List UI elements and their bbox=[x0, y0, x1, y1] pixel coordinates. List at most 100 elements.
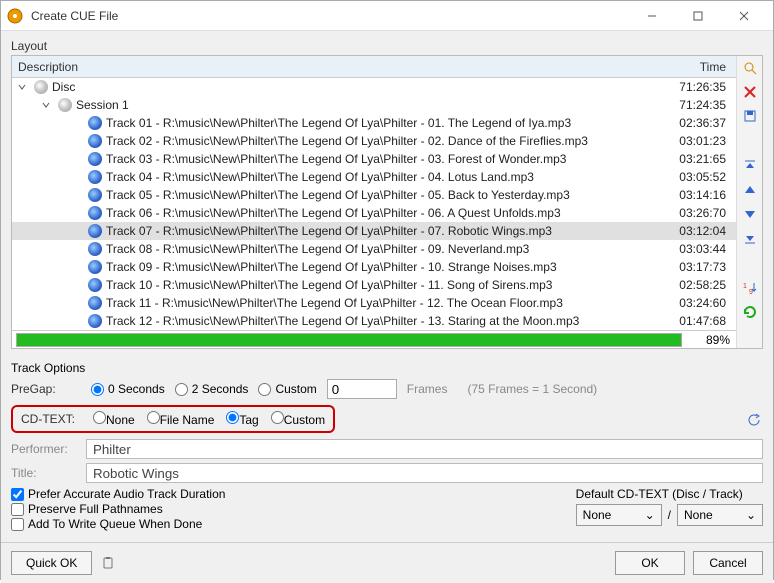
layout-panel: Description Time Disc 71:26:35 Session 171… bbox=[11, 55, 763, 349]
tree-row[interactable]: Track 02 - R:\music\New\Philter\The Lege… bbox=[12, 132, 736, 150]
ok-button[interactable]: OK bbox=[615, 551, 685, 575]
row-time: 03:26:70 bbox=[666, 206, 736, 220]
row-time: 03:03:44 bbox=[666, 242, 736, 256]
pregap-2s[interactable]: 2 Seconds bbox=[175, 382, 249, 396]
row-label: Track 04 - R:\music\New\Philter\The Lege… bbox=[106, 170, 534, 184]
cdtext-reload-icon[interactable] bbox=[745, 411, 763, 429]
options-checks: Prefer Accurate Audio Track Duration Pre… bbox=[11, 487, 225, 532]
cdtext-custom[interactable]: Custom bbox=[271, 411, 325, 427]
track-icon bbox=[88, 314, 102, 328]
progress-row: 89% bbox=[12, 330, 736, 348]
col-description[interactable]: Description bbox=[12, 60, 666, 74]
row-label: Track 03 - R:\music\New\Philter\The Lege… bbox=[106, 152, 566, 166]
quick-ok-button[interactable]: Quick OK bbox=[11, 551, 92, 575]
tree-row[interactable]: Track 12 - R:\music\New\Philter\The Lege… bbox=[12, 312, 736, 330]
delete-icon[interactable] bbox=[741, 83, 759, 101]
move-up-icon[interactable] bbox=[741, 181, 759, 199]
performer-input[interactable] bbox=[86, 439, 763, 459]
row-label: Track 08 - R:\music\New\Philter\The Lege… bbox=[106, 242, 529, 256]
tree-row[interactable]: Track 07 - R:\music\New\Philter\The Lege… bbox=[12, 222, 736, 240]
pregap-row: PreGap: 0 Seconds 2 Seconds Custom Frame… bbox=[11, 377, 763, 401]
create-cue-window: Create CUE File Layout Description Time … bbox=[0, 0, 774, 580]
cdtext-none[interactable]: None bbox=[93, 411, 135, 427]
tree-row[interactable]: Session 171:24:35 bbox=[12, 96, 736, 114]
pregap-frames-input[interactable] bbox=[327, 379, 397, 399]
row-label: Track 01 - R:\music\New\Philter\The Lege… bbox=[106, 116, 571, 130]
tree-row[interactable]: Track 10 - R:\music\New\Philter\The Lege… bbox=[12, 276, 736, 294]
pregap-label: PreGap: bbox=[11, 382, 81, 396]
tree-row[interactable]: Track 04 - R:\music\New\Philter\The Lege… bbox=[12, 168, 736, 186]
save-icon[interactable] bbox=[741, 107, 759, 125]
tree-row[interactable]: Track 09 - R:\music\New\Philter\The Lege… bbox=[12, 258, 736, 276]
expand-icon[interactable] bbox=[40, 99, 52, 111]
chevron-down-icon: ⌄ bbox=[746, 508, 756, 522]
default-cdtext-title: Default CD-TEXT (Disc / Track) bbox=[576, 487, 763, 501]
row-label: Track 02 - R:\music\New\Philter\The Lege… bbox=[106, 134, 588, 148]
col-time[interactable]: Time bbox=[666, 60, 736, 74]
tree-row[interactable]: Track 03 - R:\music\New\Philter\The Lege… bbox=[12, 150, 736, 168]
tree-row[interactable]: Track 11 - R:\music\New\Philter\The Lege… bbox=[12, 294, 736, 312]
check-preserve[interactable]: Preserve Full Pathnames bbox=[11, 502, 225, 516]
frames-label: Frames bbox=[407, 382, 448, 396]
tree-row[interactable]: Track 05 - R:\music\New\Philter\The Lege… bbox=[12, 186, 736, 204]
chevron-down-icon: ⌄ bbox=[645, 508, 655, 522]
layout-label: Layout bbox=[11, 39, 763, 53]
row-label: Disc bbox=[52, 80, 75, 94]
sort-icon[interactable]: 19 bbox=[741, 279, 759, 297]
tree-row[interactable]: Track 01 - R:\music\New\Philter\The Lege… bbox=[12, 114, 736, 132]
cdtext-filename[interactable]: File Name bbox=[147, 411, 215, 427]
progress-bar bbox=[16, 333, 682, 347]
row-label: Track 10 - R:\music\New\Philter\The Lege… bbox=[106, 278, 552, 292]
cdtext-tag[interactable]: Tag bbox=[226, 411, 258, 427]
track-icon bbox=[88, 260, 102, 274]
close-button[interactable] bbox=[721, 1, 767, 31]
default-cdtext-disc-select[interactable]: None⌄ bbox=[576, 504, 662, 526]
row-time: 03:17:73 bbox=[666, 260, 736, 274]
row-label: Track 06 - R:\music\New\Philter\The Lege… bbox=[106, 206, 561, 220]
titlebar[interactable]: Create CUE File bbox=[1, 1, 773, 31]
frames-hint: (75 Frames = 1 Second) bbox=[467, 382, 597, 396]
tree-row[interactable]: Track 08 - R:\music\New\Philter\The Lege… bbox=[12, 240, 736, 258]
refresh-icon[interactable] bbox=[741, 303, 759, 321]
move-down-icon[interactable] bbox=[741, 205, 759, 223]
clipboard-icon[interactable] bbox=[100, 555, 116, 571]
row-label: Track 07 - R:\music\New\Philter\The Lege… bbox=[106, 224, 552, 238]
disc-icon bbox=[58, 98, 72, 112]
pregap-custom[interactable]: Custom bbox=[258, 382, 316, 396]
move-bottom-icon[interactable] bbox=[741, 229, 759, 247]
track-icon bbox=[88, 170, 102, 184]
row-time: 71:26:35 bbox=[666, 80, 736, 94]
expand-icon[interactable] bbox=[16, 81, 28, 93]
row-time: 01:47:68 bbox=[666, 314, 736, 328]
track-icon bbox=[88, 116, 102, 130]
check-accurate[interactable]: Prefer Accurate Audio Track Duration bbox=[11, 487, 225, 501]
cancel-button[interactable]: Cancel bbox=[693, 551, 763, 575]
track-icon bbox=[88, 296, 102, 310]
track-options-title: Track Options bbox=[11, 361, 763, 375]
move-top-icon[interactable] bbox=[741, 157, 759, 175]
maximize-button[interactable] bbox=[675, 1, 721, 31]
tree-row[interactable]: Track 06 - R:\music\New\Philter\The Lege… bbox=[12, 204, 736, 222]
disc-icon bbox=[34, 80, 48, 94]
title-input[interactable] bbox=[86, 463, 763, 483]
tree-row[interactable]: Disc 71:26:35 bbox=[12, 78, 736, 96]
pregap-0s[interactable]: 0 Seconds bbox=[91, 382, 165, 396]
search-icon[interactable] bbox=[741, 59, 759, 77]
tree-body[interactable]: Disc 71:26:35 Session 171:24:35 Track 01 - … bbox=[12, 78, 736, 330]
title-row: Title: bbox=[11, 463, 763, 483]
track-icon bbox=[88, 152, 102, 166]
check-addqueue[interactable]: Add To Write Queue When Done bbox=[11, 517, 225, 531]
track-icon bbox=[88, 134, 102, 148]
default-cdtext-track-select[interactable]: None⌄ bbox=[677, 504, 763, 526]
track-icon bbox=[88, 224, 102, 238]
svg-text:1: 1 bbox=[743, 283, 747, 290]
row-time: 02:58:25 bbox=[666, 278, 736, 292]
cdtext-label: CD-TEXT: bbox=[21, 412, 81, 426]
track-icon bbox=[88, 242, 102, 256]
minimize-button[interactable] bbox=[629, 1, 675, 31]
app-icon bbox=[7, 8, 23, 24]
performer-row: Performer: bbox=[11, 439, 763, 459]
default-cdtext: Default CD-TEXT (Disc / Track) None⌄ / N… bbox=[576, 487, 763, 532]
performer-label: Performer: bbox=[11, 442, 86, 456]
title-label: Title: bbox=[11, 466, 86, 480]
